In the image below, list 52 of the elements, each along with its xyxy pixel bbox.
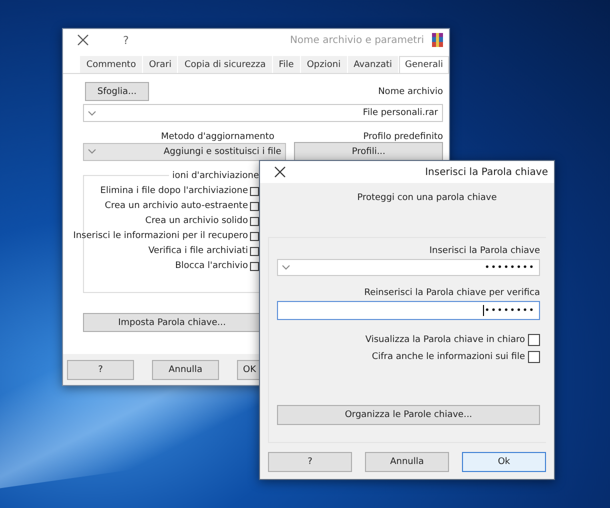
archive-name-combo[interactable]: File personali.rar bbox=[83, 104, 443, 122]
cancel-button[interactable]: Annulla bbox=[152, 360, 219, 380]
update-method-label: Metodo d'aggiornamento bbox=[161, 132, 274, 142]
confirm-password-label: Reinserisci la Parola chiave per verifica bbox=[363, 288, 540, 298]
chevron-icon bbox=[282, 265, 290, 270]
checkbox[interactable] bbox=[250, 232, 259, 240]
checkbox[interactable] bbox=[250, 216, 259, 226]
dialog-heading: Proteggi con una parola chiave bbox=[356, 193, 498, 203]
archive-name-label: Nome archivio bbox=[378, 86, 443, 96]
update-method-combo[interactable]: Aggiungi e sostituisci i file bbox=[83, 142, 286, 160]
tab[interactable]: Commento bbox=[80, 56, 142, 73]
close-icon[interactable] bbox=[77, 34, 89, 46]
tab[interactable]: File bbox=[272, 56, 300, 73]
help-button[interactable]: ? bbox=[268, 452, 352, 472]
option-label: Cifra anche le informazioni sui file bbox=[372, 352, 525, 362]
tab[interactable]: Avanzati bbox=[348, 56, 398, 73]
checkbox[interactable] bbox=[250, 262, 259, 270]
option-label: Elimina i file dopo l'archiviazione bbox=[100, 186, 248, 196]
group-title: ioni d'archiviazione bbox=[169, 171, 259, 181]
window-title: Nome archivio e parametri bbox=[290, 34, 424, 46]
tab[interactable]: Generali bbox=[399, 56, 449, 73]
close-icon[interactable] bbox=[274, 166, 286, 178]
chevron-icon bbox=[88, 110, 96, 116]
checkbox[interactable] bbox=[250, 202, 259, 210]
tab[interactable]: Opzioni bbox=[300, 56, 347, 73]
help-button[interactable]: ? bbox=[67, 360, 134, 380]
confirm-password-field[interactable]: •••••••• bbox=[277, 301, 540, 320]
option-label: Crea un archivio solido bbox=[145, 216, 248, 226]
option-label: Crea un archivio auto-estraente bbox=[104, 201, 248, 211]
set-password-button[interactable]: Imposta Parola chiave... bbox=[83, 313, 261, 332]
tab[interactable]: Copia di sicurezza bbox=[178, 56, 272, 73]
checkbox[interactable] bbox=[250, 246, 259, 256]
checkbox[interactable] bbox=[250, 186, 259, 196]
profile-label: Profilo predefinito bbox=[363, 132, 443, 142]
help-button[interactable]: ? bbox=[123, 34, 129, 46]
option-label: Inserisci le informazioni per il recupero bbox=[73, 231, 248, 241]
archive-app-icon bbox=[432, 33, 443, 47]
browse-button[interactable]: Sfoglia... bbox=[85, 82, 149, 101]
chevron-icon bbox=[88, 149, 96, 154]
checkbox[interactable] bbox=[528, 351, 540, 363]
checkbox[interactable] bbox=[528, 334, 540, 346]
password-combo[interactable]: •••••••• bbox=[277, 259, 540, 276]
option-label: Verifica i file archiviati bbox=[148, 246, 248, 256]
password-label: Inserisci la Parola chiave bbox=[428, 246, 540, 256]
ok-button[interactable]: Ok bbox=[462, 452, 546, 472]
cancel-button[interactable]: Annulla bbox=[365, 452, 449, 472]
manage-passwords-button[interactable]: Organizza le Parole chiave... bbox=[277, 405, 540, 425]
profiles-button[interactable]: Profili... bbox=[294, 142, 443, 161]
option-label: Blocca l'archivio bbox=[175, 261, 248, 271]
option-label: Visualizza la Parola chiave in chiaro bbox=[365, 335, 525, 345]
tab[interactable]: Orari bbox=[142, 56, 178, 73]
window-title: Inserisci la Parola chiave bbox=[425, 166, 548, 178]
